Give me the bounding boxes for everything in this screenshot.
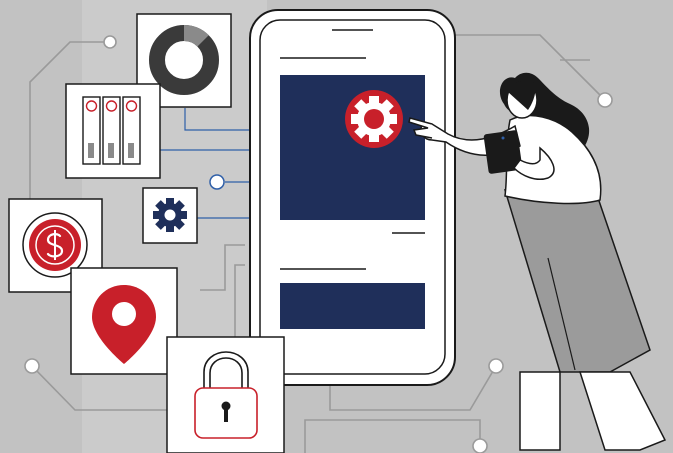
map-pin-card — [70, 267, 178, 375]
illustration-svg — [8, 0, 667, 453]
connector-node — [209, 174, 225, 190]
phone-gear-icon — [345, 90, 403, 148]
woman-pants — [503, 189, 651, 373]
phone — [249, 9, 456, 386]
illustration-canvas — [0, 0, 673, 453]
gear-card — [142, 187, 198, 244]
phone-content-block — [280, 75, 425, 220]
phone-content-block — [280, 283, 425, 329]
gear-icon — [153, 198, 187, 232]
server-rack-card — [65, 83, 161, 179]
padlock-card — [166, 336, 285, 453]
